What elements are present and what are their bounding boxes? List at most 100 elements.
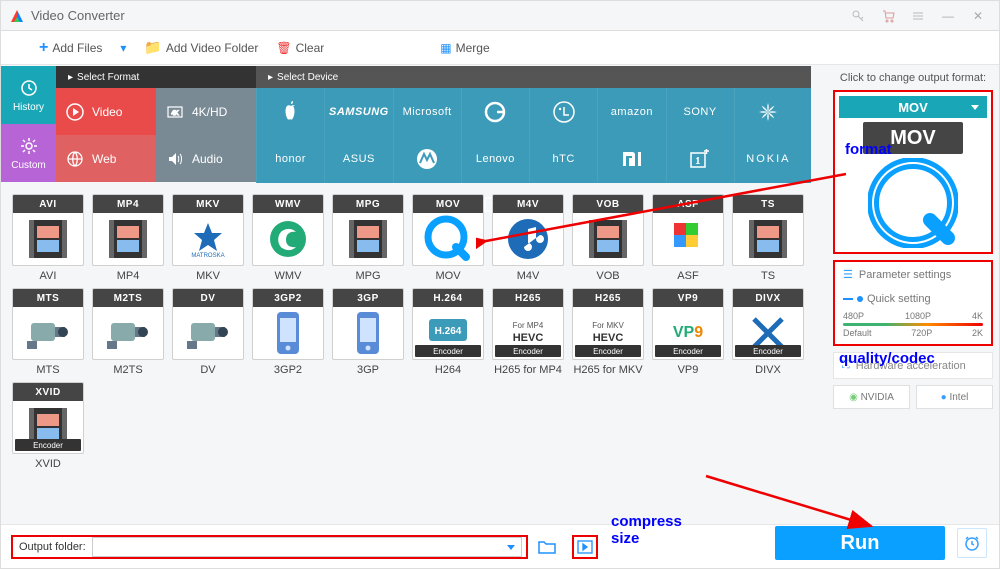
output-panel: Click to change output format: MOV MOV ☰… <box>833 66 993 409</box>
sliders-icon: ☰ <box>843 268 853 281</box>
folder-icon: 📁 <box>144 39 161 56</box>
format-h265-for-mkv[interactable]: H265For MKVHEVCEncoderH265 for MKV <box>571 288 645 376</box>
hw-label: Hardware acceleration <box>856 360 966 372</box>
format-asf[interactable]: ASFASF <box>651 194 725 282</box>
web-category[interactable]: Web <box>56 135 156 182</box>
brand-nokia[interactable]: NOKIA <box>734 135 802 182</box>
format-wmv[interactable]: WMVWMV <box>251 194 325 282</box>
quality-slider[interactable] <box>843 323 983 326</box>
brand-1+[interactable]: 1 <box>666 135 734 182</box>
chip-icon: ⛶ <box>842 359 850 372</box>
audio-category[interactable]: Audio <box>156 135 256 182</box>
format-vp9[interactable]: VP9VP9EncoderVP9 <box>651 288 725 376</box>
brand-amazon[interactable]: amazon <box>597 88 665 135</box>
g-icon <box>484 101 506 123</box>
schedule-button[interactable] <box>957 528 987 558</box>
open-folder-button[interactable] <box>536 536 558 558</box>
format-m2ts[interactable]: M2TSM2TS <box>91 288 165 376</box>
select-device-tab[interactable]: ▸ Select Device <box>256 66 811 88</box>
video-category[interactable]: Video <box>56 88 156 135</box>
parameter-settings-card[interactable]: ☰Parameter settings Quick setting 480P10… <box>833 260 993 346</box>
mi-icon <box>621 150 643 168</box>
output-folder-dropdown[interactable] <box>92 537 522 557</box>
output-folder-label: Output folder: <box>13 541 92 553</box>
output-folder-box: Output folder: <box>11 535 528 559</box>
brand-samsung[interactable]: SAMSUNG <box>324 88 392 135</box>
format-mpg[interactable]: MPGMPG <box>331 194 405 282</box>
intel-button[interactable]: ● Intel <box>916 385 993 409</box>
brand-lenovo[interactable]: Lenovo <box>461 135 529 182</box>
compress-size-button[interactable] <box>572 535 598 559</box>
clear-label: Clear <box>296 41 325 55</box>
brand-honor[interactable]: honor <box>256 135 324 182</box>
merge-label: Merge <box>456 41 490 55</box>
brand-lg[interactable] <box>529 88 597 135</box>
brand-apple[interactable] <box>256 88 324 135</box>
output-format-badge: MOV <box>863 122 963 154</box>
output-hint: Click to change output format: <box>833 72 993 84</box>
hardware-accel-card[interactable]: ⛶ Hardware acceleration <box>833 352 993 379</box>
close-button[interactable]: ✕ <box>965 6 991 26</box>
output-format-card[interactable]: MOV MOV <box>833 90 993 254</box>
history-label: History <box>13 102 44 113</box>
svg-text:H.264: H.264 <box>435 326 462 337</box>
format-dv[interactable]: DVDV <box>171 288 245 376</box>
format-grid: AVIAVIMP4MP4MKVMATROSKAMKVWMVWMVMPGMPGMO… <box>1 184 821 480</box>
params-title: Parameter settings <box>859 269 951 281</box>
brand-moto[interactable] <box>393 135 461 182</box>
huawei-icon <box>757 101 779 123</box>
4k-category[interactable]: 4K4K/HD <box>156 88 256 135</box>
cart-icon[interactable] <box>875 6 901 26</box>
format-h264[interactable]: H.264H.264EncoderH264 <box>411 288 485 376</box>
format-vob[interactable]: VOBVOB <box>571 194 645 282</box>
apple-icon <box>281 101 301 123</box>
run-button[interactable]: Run <box>775 526 945 560</box>
format-xvid[interactable]: XVIDEncoderXVID <box>11 382 85 470</box>
menu-icon[interactable] <box>905 6 931 26</box>
svg-text:MATROSKA: MATROSKA <box>191 253 224 259</box>
custom-label: Custom <box>11 160 45 171</box>
1+-icon: 1 <box>689 148 711 170</box>
quicktime-icon <box>868 158 958 248</box>
merge-button[interactable]: ▦ Merge <box>440 41 489 55</box>
format-3gp[interactable]: 3GP3GP <box>331 288 405 376</box>
format-m4v[interactable]: M4VM4V <box>491 194 565 282</box>
key-icon[interactable] <box>845 6 871 26</box>
brand-htc[interactable]: hTC <box>529 135 597 182</box>
format-h265-for-mp4[interactable]: H265For MP4HEVCEncoderH265 for MP4 <box>491 288 565 376</box>
moto-icon <box>416 148 438 170</box>
format-divx[interactable]: DIVXEncoderDIVX <box>731 288 805 376</box>
quick-setting-label: Quick setting <box>867 293 931 305</box>
clear-button[interactable]: 🗑 Clear <box>276 41 324 55</box>
nvidia-button[interactable]: ◉ NVIDIA <box>833 385 910 409</box>
output-format-name: MOV <box>898 100 928 115</box>
select-format-tab[interactable]: ▸ Select Format <box>56 66 256 88</box>
brand-microsoft[interactable]: Microsoft <box>393 88 461 135</box>
trash-icon: 🗑 <box>276 41 291 55</box>
format-mts[interactable]: MTSMTS <box>11 288 85 376</box>
toolbar: +Add Files ▾ 📁Add Video Folder 🗑 Clear ▦ M… <box>1 31 999 65</box>
brand-huawei[interactable] <box>734 88 802 135</box>
app-title: Video Converter <box>31 8 125 23</box>
svg-text:4K: 4K <box>171 111 178 117</box>
history-tab[interactable]: History <box>1 66 56 124</box>
brand-asus[interactable]: ASUS <box>324 135 392 182</box>
brand-g[interactable] <box>461 88 529 135</box>
custom-tab[interactable]: Custom <box>1 124 56 182</box>
format-ts[interactable]: TSTS <box>731 194 805 282</box>
add-files-dropdown[interactable]: ▾ <box>120 41 126 55</box>
merge-icon: ▦ <box>440 41 451 55</box>
format-mkv[interactable]: MKVMATROSKAMKV <box>171 194 245 282</box>
app-logo-icon <box>9 8 25 24</box>
minimize-button[interactable]: — <box>935 6 961 26</box>
format-avi[interactable]: AVIAVI <box>11 194 85 282</box>
svg-text:1: 1 <box>695 156 701 166</box>
format-3gp2[interactable]: 3GP23GP2 <box>251 288 325 376</box>
brand-sony[interactable]: SONY <box>666 88 734 135</box>
plus-icon: + <box>39 39 48 57</box>
add-folder-button[interactable]: 📁Add Video Folder <box>144 39 258 56</box>
brand-mi[interactable] <box>597 135 665 182</box>
format-mov[interactable]: MOVMOV <box>411 194 485 282</box>
add-files-button[interactable]: +Add Files <box>39 39 102 57</box>
format-mp4[interactable]: MP4MP4 <box>91 194 165 282</box>
